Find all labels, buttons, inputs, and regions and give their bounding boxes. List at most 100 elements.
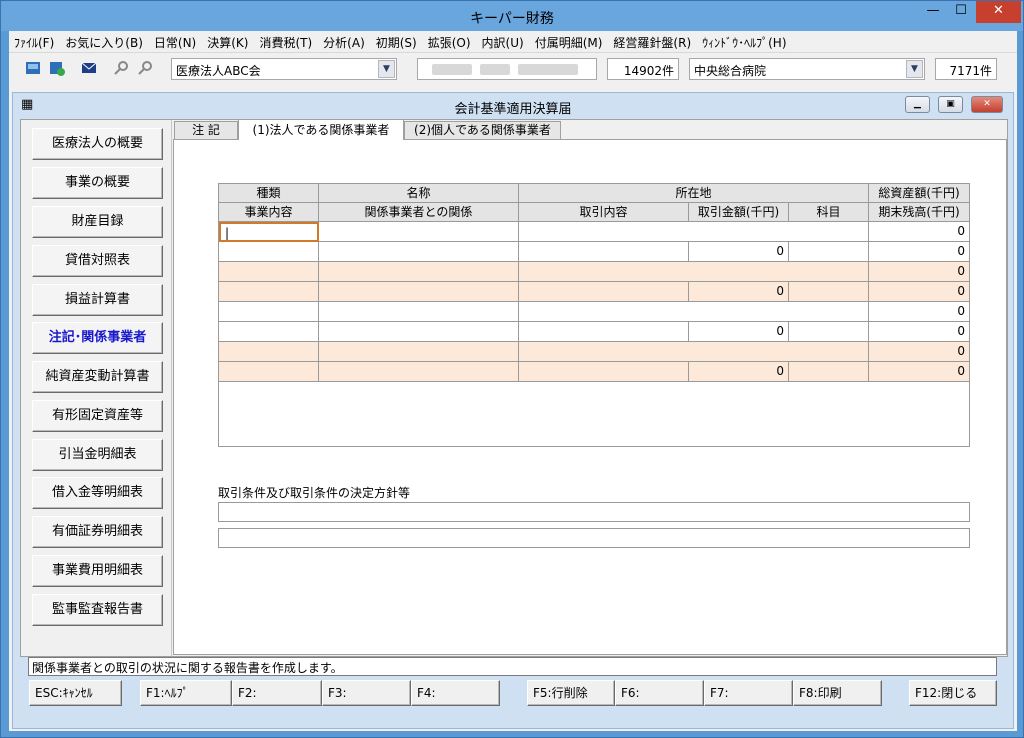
tab-corporate-related[interactable]: (1)法人である関係事業者	[238, 119, 404, 140]
header-type: 種類	[219, 184, 319, 203]
tab-individual-related[interactable]: (2)個人である関係事業者	[404, 121, 561, 140]
grid-cell-business[interactable]	[219, 242, 319, 262]
sidebar-item-income-statement[interactable]: 損益計算書	[32, 284, 163, 316]
hospital-select[interactable]: 中央総合病院 ▼	[689, 58, 925, 80]
sidebar-item-balance-sheet[interactable]: 貸借対照表	[32, 245, 163, 277]
chevron-down-icon[interactable]: ▼	[906, 60, 923, 78]
menu-extension[interactable]: 拡張(O)	[423, 31, 477, 51]
form-restore-button[interactable]: ▣	[938, 96, 963, 113]
grid-cell-relationship[interactable]	[319, 282, 519, 302]
grid-cell-amount[interactable]: 0	[689, 282, 789, 302]
grid-cell-amount[interactable]: 0	[689, 242, 789, 262]
grid-cell-transaction[interactable]	[519, 362, 689, 382]
grid-cell-ending-balance[interactable]: 0	[869, 282, 969, 302]
menu-file[interactable]: ﾌｧｲﾙ(F)	[9, 31, 60, 51]
grid-cell-location[interactable]	[519, 342, 869, 362]
sidebar-item-expenses[interactable]: 事業費用明細表	[32, 555, 163, 587]
f8-print-button[interactable]: F8:印刷	[793, 680, 882, 706]
sidebar-item-borrowings[interactable]: 借入金等明細表	[32, 477, 163, 509]
menu-analysis[interactable]: 分析(A)	[318, 31, 371, 51]
sidebar-item-fixed-assets[interactable]: 有形固定資産等	[32, 400, 163, 432]
grid-cell-location[interactable]	[519, 222, 869, 242]
grid-cell-transaction[interactable]	[519, 242, 689, 262]
menu-favorites[interactable]: お気に入り(B)	[60, 31, 149, 51]
grid-cell-business[interactable]	[219, 322, 319, 342]
close-button[interactable]: ✕	[976, 1, 1021, 23]
menu-breakdown[interactable]: 内訳(U)	[477, 31, 530, 51]
menu-schedules[interactable]: 付属明細(M)	[530, 31, 609, 51]
chevron-down-icon[interactable]: ▼	[378, 60, 395, 78]
grid-cell-amount[interactable]: 0	[689, 322, 789, 342]
grid-cell-total-assets[interactable]: 0	[869, 262, 969, 282]
hospital-value: 中央総合病院	[694, 64, 767, 78]
grid-cell-transaction[interactable]	[519, 322, 689, 342]
tab-notes[interactable]: 注 記	[174, 121, 238, 140]
mail-icon[interactable]	[81, 60, 97, 76]
save-icon[interactable]	[25, 60, 41, 76]
maximize-button[interactable]: ☐	[947, 1, 975, 23]
grid-cell-relationship[interactable]	[319, 362, 519, 382]
grid-cell-ending-balance[interactable]: 0	[869, 362, 969, 382]
f1-help-button[interactable]: F1:ﾍﾙﾌﾟ	[140, 680, 232, 706]
sidebar-item-audit-report[interactable]: 監事監査報告書	[32, 594, 163, 626]
minimize-button[interactable]: —	[919, 1, 947, 23]
sidebar-item-business[interactable]: 事業の概要	[32, 167, 163, 199]
conditions-input-2[interactable]	[218, 528, 970, 548]
f6-button[interactable]: F6:	[615, 680, 704, 706]
sidebar-item-securities[interactable]: 有価証券明細表	[32, 516, 163, 548]
company-select[interactable]: 医療法人ABC会 ▼	[171, 58, 397, 80]
grid-cell-total-assets[interactable]: 0	[869, 222, 969, 242]
f12-close-button[interactable]: F12:閉じる	[909, 680, 997, 706]
f7-button[interactable]: F7:	[704, 680, 793, 706]
form-close-button[interactable]: ✕	[971, 96, 1003, 113]
f2-button[interactable]: F2:	[232, 680, 322, 706]
f5-delete-row-button[interactable]: F5:行削除	[527, 680, 615, 706]
export-icon[interactable]	[49, 60, 65, 76]
menu-bar: ﾌｧｲﾙ(F) お気に入り(B) 日常(N) 決算(K) 消費税(T) 分析(A) 初期(S…	[9, 31, 1017, 52]
grid-cell-type[interactable]	[219, 262, 319, 282]
grid-cell-type[interactable]	[219, 302, 319, 322]
menu-tax[interactable]: 消費税(T)	[254, 31, 318, 51]
sidebar-item-allowances[interactable]: 引当金明細表	[32, 439, 163, 471]
conditions-input-1[interactable]	[218, 502, 970, 522]
menu-compass[interactable]: 経営羅針盤(R)	[608, 31, 697, 51]
grid-cell-name[interactable]	[319, 262, 519, 282]
grid-cell-relationship[interactable]	[319, 322, 519, 342]
grid-cell-total-assets[interactable]: 0	[869, 302, 969, 322]
grid-cell-name[interactable]	[319, 302, 519, 322]
menu-initial[interactable]: 初期(S)	[371, 31, 423, 51]
grid-cell-ending-balance[interactable]: 0	[869, 322, 969, 342]
form-minimize-button[interactable]: ▁	[905, 96, 930, 113]
f4-button[interactable]: F4:	[411, 680, 500, 706]
grid-cell-location[interactable]	[519, 262, 869, 282]
menu-window-help[interactable]: ｳｨﾝﾄﾞｳ･ﾍﾙﾌﾟ(H)	[697, 31, 792, 51]
grid-cell-location[interactable]	[519, 302, 869, 322]
sidebar-item-notes-related[interactable]: 注記･関係事業者	[32, 322, 163, 354]
grid-cell-type[interactable]	[219, 342, 319, 362]
menu-daily[interactable]: 日常(N)	[149, 31, 202, 51]
grid-cell-transaction[interactable]	[519, 282, 689, 302]
status-message: 関係事業者との取引の状況に関する報告書を作成します。	[28, 657, 997, 676]
grid-cell-business[interactable]	[219, 282, 319, 302]
grid-cell-business[interactable]: |	[219, 222, 319, 242]
grid-cell-relationship[interactable]	[319, 242, 519, 262]
grid-cell-name[interactable]	[319, 342, 519, 362]
grid-cell-name[interactable]	[319, 222, 519, 242]
grid-cell-account[interactable]	[789, 242, 869, 262]
header-location: 所在地	[519, 184, 869, 203]
grid-cell-account[interactable]	[789, 362, 869, 382]
sidebar-item-overview[interactable]: 医療法人の概要	[32, 128, 163, 160]
search-key2-icon[interactable]	[137, 60, 153, 76]
grid-cell-ending-balance[interactable]: 0	[869, 242, 969, 262]
grid-cell-amount[interactable]: 0	[689, 362, 789, 382]
sidebar-item-equity-changes[interactable]: 純資産変動計算書	[32, 361, 163, 393]
grid-cell-total-assets[interactable]: 0	[869, 342, 969, 362]
grid-cell-account[interactable]	[789, 282, 869, 302]
grid-cell-business[interactable]	[219, 362, 319, 382]
grid-cell-account[interactable]	[789, 322, 869, 342]
f3-button[interactable]: F3:	[322, 680, 411, 706]
menu-closing[interactable]: 決算(K)	[202, 31, 254, 51]
esc-cancel-button[interactable]: ESC:ｷｬﾝｾﾙ	[29, 680, 122, 706]
sidebar-item-property[interactable]: 財産目録	[32, 206, 163, 238]
search-key-icon[interactable]	[113, 60, 129, 76]
